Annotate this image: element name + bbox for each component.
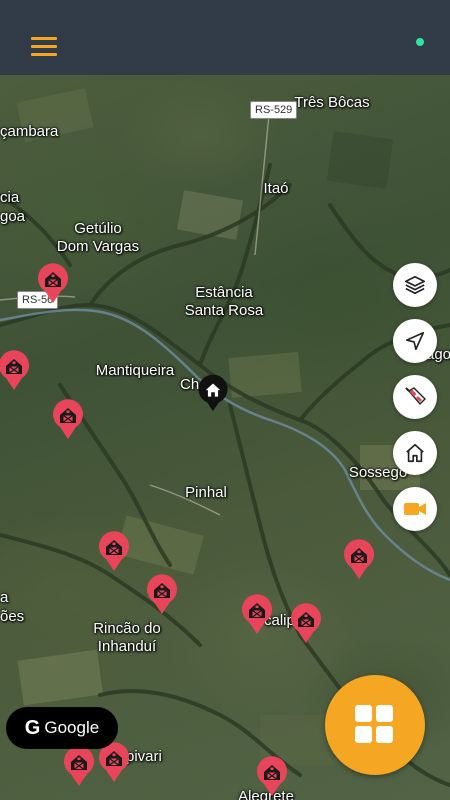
layers-icon [405,275,425,295]
farm-pin[interactable] [0,349,30,391]
farm-pin[interactable] [37,262,69,304]
place-label: Mantiqueira [95,362,175,379]
place-label: Pinhal [185,484,227,501]
status-indicator [416,38,424,46]
road-shield: RS-529 [250,101,298,119]
farm-pin[interactable] [146,573,178,615]
farm-pin[interactable] [256,755,288,797]
grid-icon [355,705,395,745]
hamburger-menu-icon[interactable] [31,37,57,57]
barn-icon [53,399,83,439]
home-icon [198,374,228,412]
locate-button[interactable] [393,319,437,363]
barn-icon [64,746,94,786]
place-label: Estância [195,284,253,301]
google-g-logo: G [24,716,41,739]
barn-icon [38,263,68,303]
barn-icon [99,531,129,571]
place-label: ões [0,608,25,625]
farm-pin[interactable] [63,745,95,787]
place-label: Getúlio [74,220,122,237]
place-label: pivari [126,748,162,765]
barn-icon [257,756,287,796]
google-logo: G Google [6,707,118,749]
farm-pin[interactable] [52,398,84,440]
windsock-icon [405,387,426,406]
farm-pin[interactable] [290,602,322,644]
layers-button[interactable] [393,263,437,307]
navigation-arrow-icon [405,331,425,351]
barn-icon [242,594,272,634]
barn-icon [291,603,321,643]
place-label: a [0,589,9,606]
farm-pin[interactable] [98,530,130,572]
barn-icon [344,539,374,579]
main-menu-button[interactable] [325,675,425,775]
farm-pin[interactable] [241,593,273,635]
place-label: Itaó [263,180,289,197]
place-label: Dom Vargas [56,238,140,255]
barn-icon [147,574,177,614]
home-button[interactable] [393,431,437,475]
place-label: çambara [0,123,59,140]
home-icon [406,443,424,463]
place-label: goa [0,208,26,225]
home-location-marker[interactable] [197,372,241,426]
place-label: Santa Rosa [184,302,264,319]
camera-button[interactable] [393,487,437,531]
place-label: Inhanduí [97,638,157,655]
video-camera-icon [404,503,426,515]
place-label: Três Bôcas [294,94,370,111]
place-label: cia [0,189,20,206]
farm-pin[interactable] [343,538,375,580]
google-text: Google [44,718,100,737]
top-bar [0,0,450,75]
place-label: Rincão do [93,620,161,637]
wind-button[interactable] [393,375,437,419]
barn-icon [0,350,29,390]
